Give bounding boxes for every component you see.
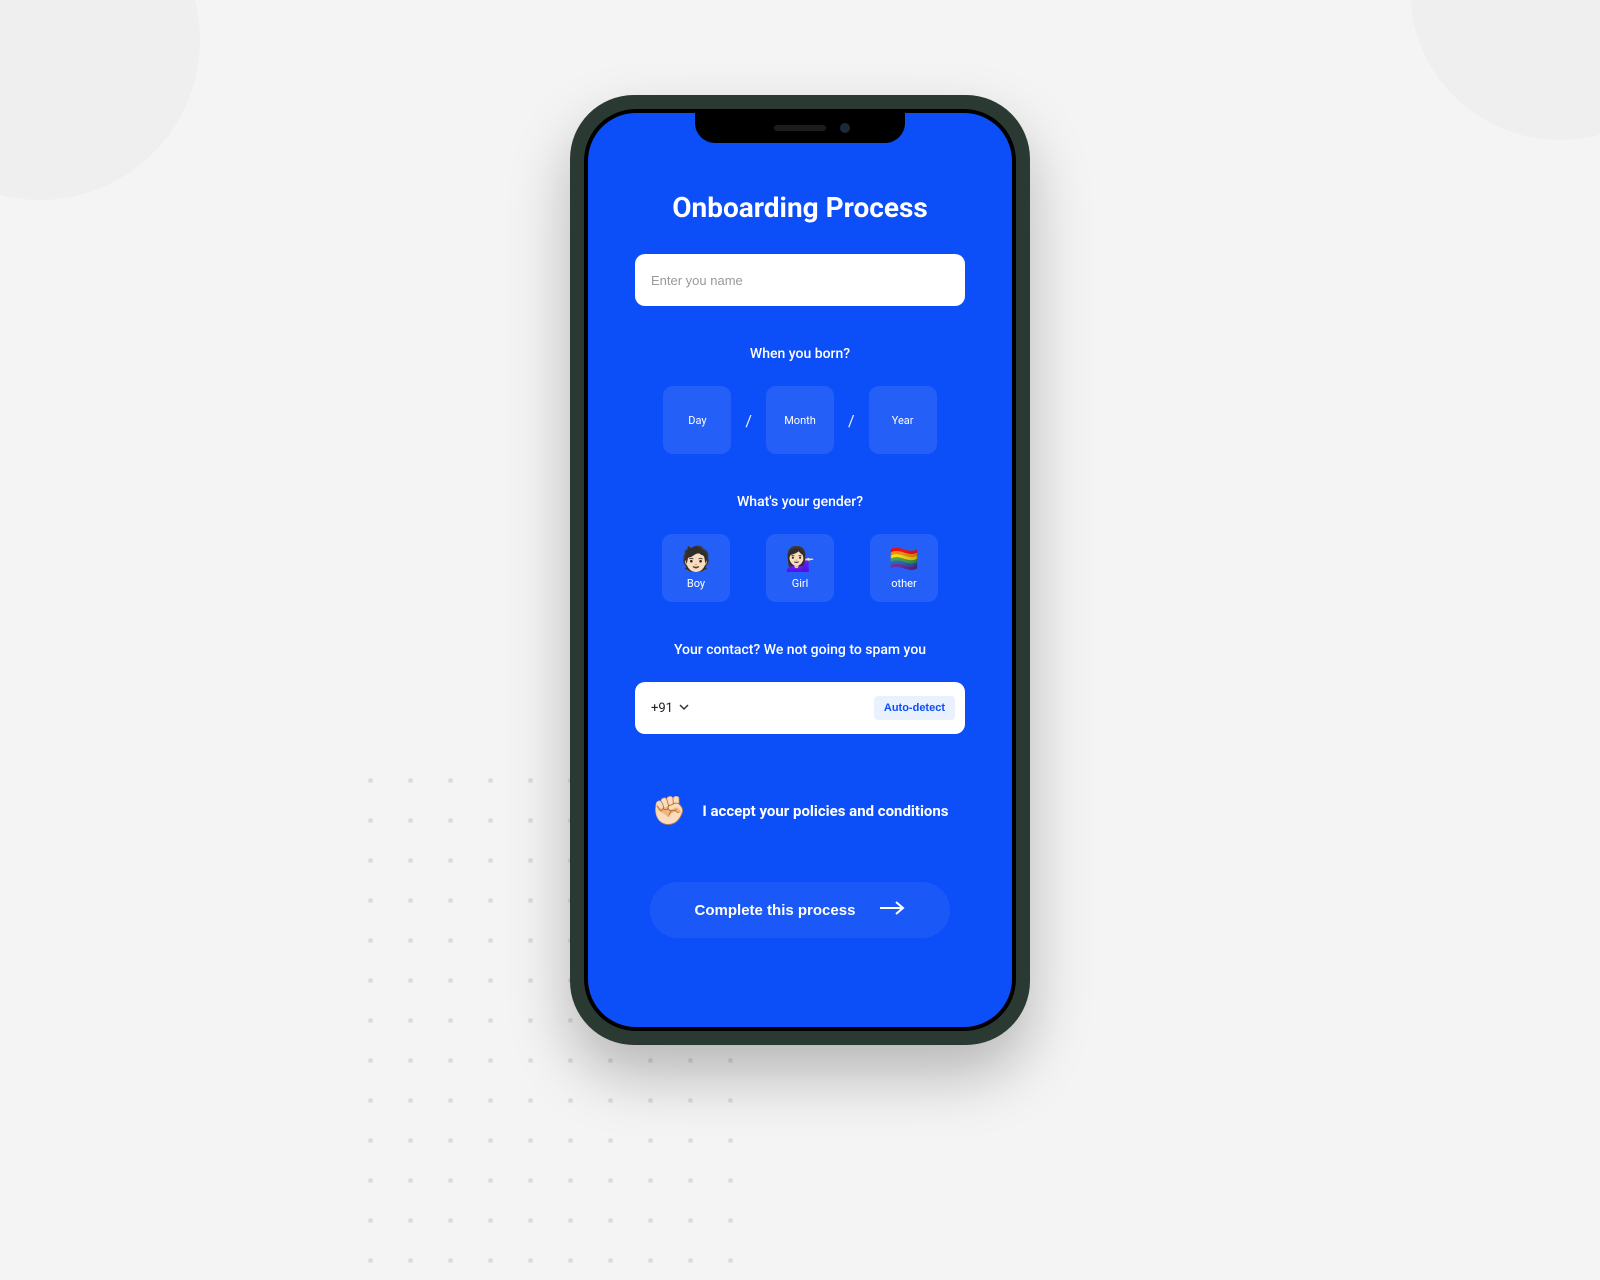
autodetect-button[interactable]: Auto-detect (874, 696, 955, 720)
other-icon: 🏳️‍🌈 (889, 547, 919, 571)
gender-option-girl[interactable]: 💁🏻‍♀️ Girl (766, 534, 834, 602)
phone-frame: Onboarding Process When you born? Day / … (570, 95, 1030, 1045)
gender-option-label: Girl (792, 577, 809, 590)
consent-toggle[interactable]: ✊🏻 I accept your policies and conditions (651, 794, 948, 827)
complete-button-label: Complete this process (695, 902, 856, 919)
girl-icon: 💁🏻‍♀️ (785, 547, 815, 571)
page-title: Onboarding Process (672, 191, 928, 224)
dob-separator: / (745, 411, 752, 430)
complete-button[interactable]: Complete this process (650, 882, 950, 938)
name-input-wrapper[interactable] (635, 254, 965, 306)
background-blob (1410, 0, 1600, 140)
country-code-value: +91 (651, 701, 673, 716)
dob-year-tile[interactable]: Year (869, 386, 937, 454)
dob-day-tile[interactable]: Day (663, 386, 731, 454)
camera-icon (840, 123, 850, 133)
gender-option-label: Boy (687, 577, 705, 590)
fist-icon: ✊🏻 (651, 794, 686, 827)
phone-notch (695, 113, 905, 143)
dob-month-label: Month (784, 414, 816, 427)
contact-label: Your contact? We not going to spam you (674, 642, 926, 658)
dob-row: Day / Month / Year (663, 386, 936, 454)
name-input[interactable] (651, 273, 949, 288)
dob-separator: / (848, 411, 855, 430)
screen: Onboarding Process When you born? Day / … (588, 113, 1012, 1027)
dob-label: When you born? (750, 346, 850, 362)
country-code-select[interactable]: +91 (651, 701, 689, 716)
speaker-icon (774, 125, 826, 131)
phone-bezel: Onboarding Process When you born? Day / … (584, 109, 1016, 1031)
arrow-right-icon (879, 901, 905, 919)
consent-text: I accept your policies and conditions (702, 802, 948, 820)
gender-option-other[interactable]: 🏳️‍🌈 other (870, 534, 938, 602)
chevron-down-icon (679, 701, 689, 716)
gender-option-boy[interactable]: 🧑🏻 Boy (662, 534, 730, 602)
dob-month-tile[interactable]: Month (766, 386, 834, 454)
gender-row: 🧑🏻 Boy 💁🏻‍♀️ Girl 🏳️‍🌈 other (662, 534, 938, 602)
boy-icon: 🧑🏻 (681, 547, 711, 571)
dob-year-label: Year (892, 414, 914, 427)
phone-input[interactable]: +91 Auto-detect (635, 682, 965, 734)
dob-day-label: Day (688, 414, 706, 427)
gender-label: What's your gender? (737, 494, 863, 510)
gender-option-label: other (891, 577, 917, 590)
background-blob (0, 0, 200, 200)
